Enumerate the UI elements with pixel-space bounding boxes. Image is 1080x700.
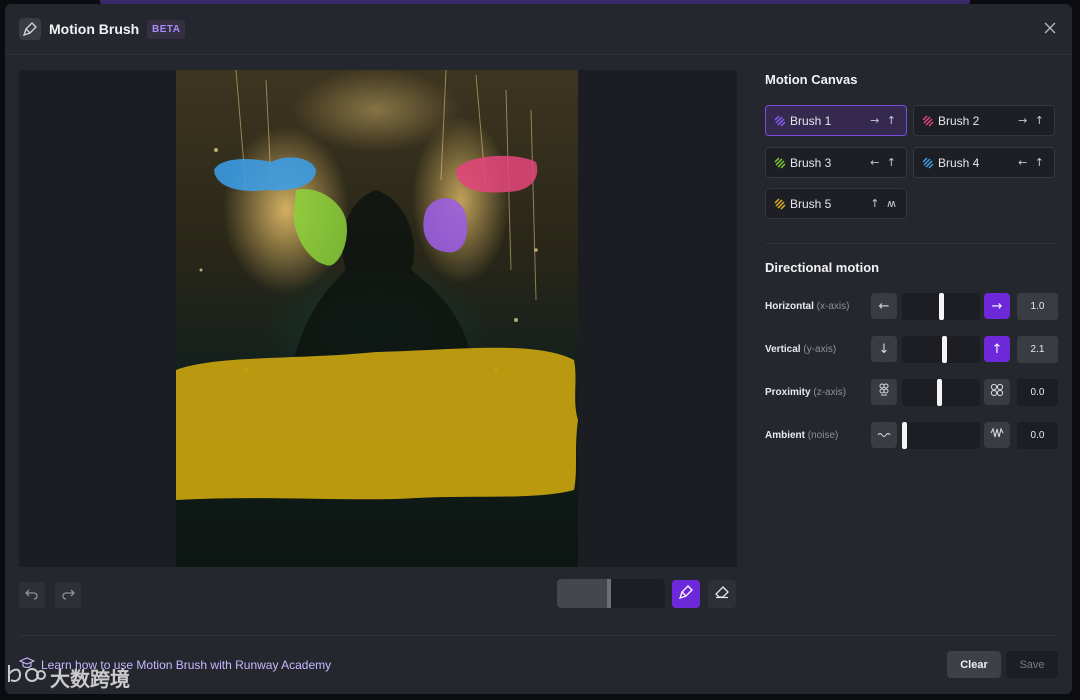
brush-label: Brush 4 [938,155,980,170]
brush-tool-button[interactable] [672,580,700,608]
horizontal-value[interactable]: 1.0 [1017,293,1058,320]
watermark-text: 大数跨境 [50,668,130,691]
brush-direction: → ↑ [1018,114,1046,127]
brush-stroke-green [293,189,347,266]
brush-stroke-yellow [176,347,578,500]
brush-icon [678,584,693,604]
proximity-far-button[interactable] [984,379,1010,405]
brush-stroke-purple [423,198,468,253]
motion-canvas-title: Motion Canvas [765,72,858,87]
arrow-left-icon: ← [878,298,890,314]
clear-button[interactable]: Clear [947,651,1001,678]
undo-icon [25,586,39,605]
proximity-label: Proximity (z-axis) [765,387,847,398]
horizontal-label: Horizontal (x-axis) [765,301,850,312]
arrow-up-icon: ↑ [991,341,1003,357]
brush-size-slider[interactable] [557,579,665,608]
ambient-value[interactable]: 0.0 [1017,422,1058,449]
ambient-low-button[interactable] [871,422,897,448]
redo-icon [61,586,75,605]
brush-swatch-icon [774,156,786,169]
brush-direction: ← ↑ [1018,156,1046,169]
brush-direction: ↑ ʍ [870,197,898,210]
brush-label: Brush 3 [790,155,832,170]
brush-size-thumb[interactable] [607,579,611,608]
wave-high-icon [990,427,1004,443]
brush-3-button[interactable]: Brush 3 ← ↑ [765,147,907,178]
vertical-label: Vertical (y-axis) [765,344,837,355]
brush-label: Brush 5 [790,196,832,211]
cluster-small-icon [878,383,890,401]
brush-stroke-pink [456,155,538,193]
cluster-large-icon [990,383,1004,401]
brush-2-button[interactable]: Brush 2 → ↑ [913,105,1055,136]
brush-swatch-icon [774,197,786,210]
footer-divider [19,635,1058,636]
eraser-tool-button[interactable] [708,580,736,608]
source-image [176,70,578,567]
arrow-right-icon: → [991,298,1003,314]
horizontal-slider-thumb[interactable] [939,293,944,320]
brush-swatch-icon [922,156,934,169]
vertical-slider[interactable] [902,336,980,363]
brush-label: Brush 1 [790,113,832,128]
vertical-value[interactable]: 2.1 [1017,336,1058,363]
ambient-high-button[interactable] [984,422,1010,448]
brush-swatch-icon [774,114,786,127]
save-button[interactable]: Save [1006,651,1058,678]
brush-1-button[interactable]: Brush 1 → ↑ [765,105,907,136]
modal-header: Motion Brush BETA [5,4,1072,55]
section-divider [765,243,1058,244]
watermark: 大数跨境 [6,662,130,692]
ambient-slider-thumb[interactable] [902,422,907,449]
horizontal-left-button[interactable]: ← [871,293,897,319]
directional-motion-title: Directional motion [765,260,880,275]
brush-swatch-icon [922,114,934,127]
horizontal-slider[interactable] [902,293,980,320]
proximity-near-button[interactable] [871,379,897,405]
ambient-slider[interactable] [902,422,980,449]
brush-4-button[interactable]: Brush 4 ← ↑ [913,147,1055,178]
vertical-down-button[interactable]: ↓ [871,336,897,362]
proximity-slider[interactable] [902,379,980,406]
brush-size-fill [557,579,607,608]
vertical-slider-thumb[interactable] [942,336,947,363]
motion-brush-modal: Motion Brush BETA Motion Canvas Brush 1 … [5,4,1072,694]
brush-label: Brush 2 [938,113,980,128]
watermark-logo-icon [6,662,46,692]
brush-direction: ← ↑ [870,156,898,169]
close-icon[interactable] [1040,18,1060,38]
undo-button[interactable] [19,582,45,608]
beta-badge: BETA [147,20,186,39]
brush-direction: → ↑ [870,114,898,127]
redo-button[interactable] [55,582,81,608]
ambient-label: Ambient (noise) [765,430,839,441]
arrow-down-icon: ↓ [878,341,890,357]
vertical-up-button[interactable]: ↑ [984,336,1010,362]
modal-title: Motion Brush [49,21,140,37]
brush-stroke-blue [176,155,578,500]
proximity-slider-thumb[interactable] [937,379,942,406]
motion-canvas-area[interactable] [19,70,737,567]
wave-low-icon [877,428,891,443]
brush-icon [19,18,41,40]
horizontal-right-button[interactable]: → [984,293,1010,319]
brush-5-button[interactable]: Brush 5 ↑ ʍ [765,188,907,219]
proximity-value[interactable]: 0.0 [1017,379,1058,406]
eraser-icon [715,585,729,604]
